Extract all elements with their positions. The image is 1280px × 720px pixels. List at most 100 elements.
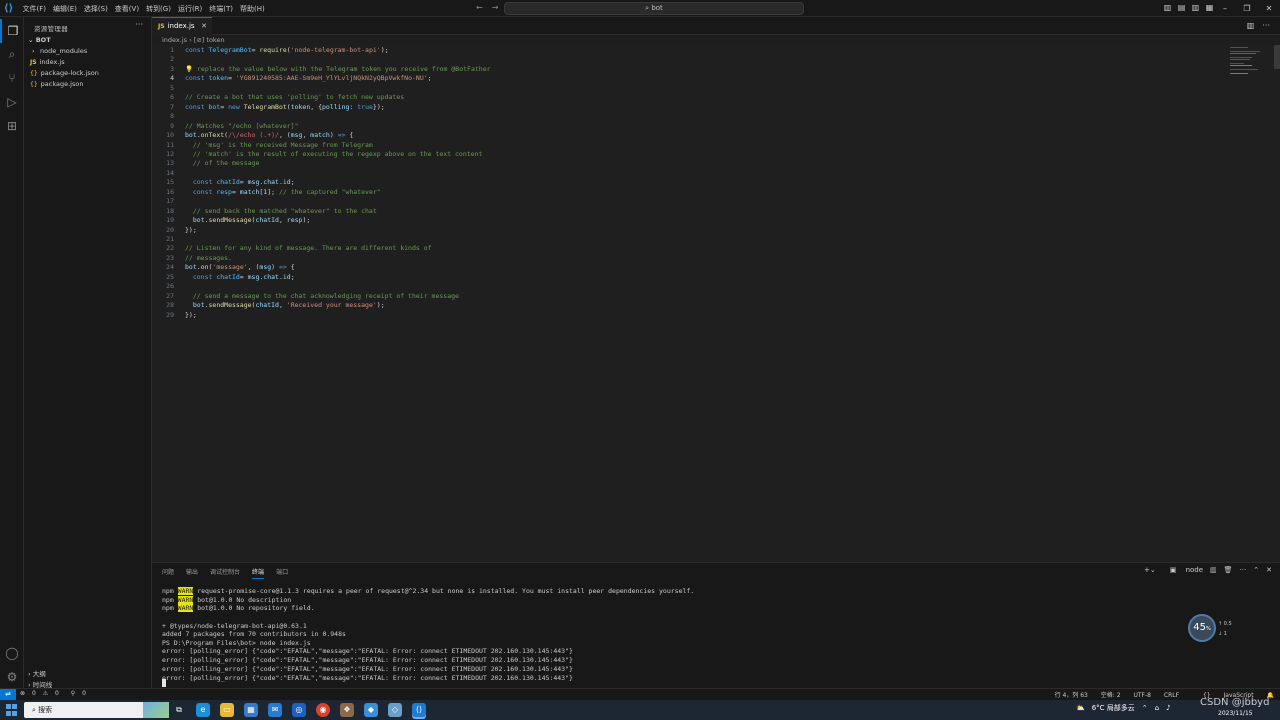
remote-indicator-icon[interactable]: ⇌ bbox=[0, 689, 16, 700]
volume-icon[interactable]: ♪ bbox=[1166, 704, 1170, 712]
run-debug-icon[interactable]: ▷ bbox=[0, 90, 24, 114]
menu-terminal[interactable]: 终端(T) bbox=[206, 4, 237, 14]
tab-debug-console[interactable]: 调试控制台 bbox=[210, 567, 240, 579]
tab-problems[interactable]: 问题 bbox=[162, 567, 174, 579]
menu-selection[interactable]: 选择(S) bbox=[80, 4, 111, 14]
new-terminal-icon[interactable]: +⌄ bbox=[1144, 566, 1156, 574]
code-line[interactable]: // Create a bot that uses 'polling' to f… bbox=[185, 93, 404, 101]
cursor-position[interactable]: 行 4，列 63 bbox=[1055, 692, 1088, 699]
tab-output[interactable]: 输出 bbox=[186, 567, 198, 579]
editor-scrollbar[interactable] bbox=[1274, 45, 1280, 69]
tree-item-package-json[interactable]: {} package.json bbox=[30, 79, 150, 90]
more-actions-icon[interactable]: ··· bbox=[1240, 566, 1247, 574]
menu-view[interactable]: 查看(V) bbox=[111, 4, 142, 14]
edge-browser-icon[interactable]: e bbox=[196, 703, 210, 717]
search-icon[interactable]: ⌕ bbox=[0, 42, 24, 66]
app-icon[interactable]: ◆ bbox=[364, 703, 378, 717]
minimize-icon[interactable]: – bbox=[1214, 4, 1236, 13]
workspace-folder[interactable]: ⌄ BOT bbox=[28, 36, 51, 44]
tree-item-node-modules[interactable]: › node_modules bbox=[32, 46, 152, 57]
ports-indicator[interactable]: ⚲ 0 bbox=[71, 690, 91, 697]
mail-icon[interactable]: ✉ bbox=[268, 703, 282, 717]
close-panel-icon[interactable]: ✕ bbox=[1266, 566, 1272, 574]
weather-icon[interactable]: ⛅ bbox=[1076, 704, 1085, 712]
code-line[interactable]: 💡 replace the value below with the Teleg… bbox=[185, 65, 491, 73]
outline-section[interactable]: › 大纲 bbox=[28, 668, 46, 678]
more-actions-icon[interactable]: ··· bbox=[135, 20, 143, 29]
code-line[interactable]: bot.sendMessage(chatId, 'Received your m… bbox=[185, 301, 385, 309]
task-view-icon[interactable]: ⧉ bbox=[172, 703, 186, 717]
problems-indicator[interactable]: ⊗ 0 ⚠ 0 bbox=[20, 690, 64, 697]
vscode-taskbar-icon[interactable]: ⟨⟩ bbox=[412, 703, 426, 717]
code-line[interactable]: }); bbox=[185, 311, 197, 319]
terminal-shell-label[interactable]: ▣ node bbox=[1163, 566, 1203, 574]
code-line[interactable]: // of the message bbox=[185, 159, 260, 167]
tree-item-index-js[interactable]: JS index.js bbox=[30, 57, 150, 68]
extensions-icon[interactable]: ⊞ bbox=[0, 114, 24, 138]
app-icon[interactable]: ◇ bbox=[388, 703, 402, 717]
toggle-secondary-sidebar-icon[interactable]: ▥ bbox=[1189, 3, 1202, 13]
network-speed-gauge[interactable]: 45% bbox=[1188, 614, 1216, 642]
code-line[interactable]: const resp= match[1]; // the captured "w… bbox=[185, 188, 381, 196]
file-explorer-icon[interactable]: ▭ bbox=[220, 703, 234, 717]
menu-file[interactable]: 文件(F) bbox=[19, 4, 50, 14]
code-line[interactable]: const chatId= msg.chat.id; bbox=[185, 273, 295, 281]
toggle-sidebar-icon[interactable]: ▥ bbox=[1161, 3, 1174, 13]
split-terminal-icon[interactable]: ▥ bbox=[1210, 566, 1217, 574]
network-icon[interactable]: ⌂ bbox=[1155, 704, 1159, 712]
close-window-icon[interactable]: ✕ bbox=[1258, 4, 1280, 13]
code-line[interactable]: bot.onText(/\/echo (.+)/, (msg, match) =… bbox=[185, 131, 353, 139]
code-line[interactable]: // 'match' is the result of executing th… bbox=[185, 150, 483, 158]
indentation[interactable]: 空格: 2 bbox=[1101, 692, 1121, 699]
split-editor-icon[interactable]: ▥ bbox=[1247, 21, 1255, 30]
menu-help[interactable]: 帮助(H) bbox=[237, 4, 269, 14]
breadcrumb-symbol[interactable]: token bbox=[206, 36, 224, 44]
end-of-line[interactable]: CRLF bbox=[1164, 692, 1179, 699]
code-line[interactable]: }); bbox=[185, 226, 197, 234]
store-icon[interactable]: ▦ bbox=[244, 703, 258, 717]
restore-icon[interactable]: ❐ bbox=[1236, 4, 1258, 13]
weather-text[interactable]: 6°C 局部多云 bbox=[1092, 703, 1135, 713]
windows-start-icon[interactable] bbox=[6, 704, 18, 716]
code-line[interactable]: const bot= new TelegramBot(token, {polli… bbox=[185, 103, 385, 111]
code-line[interactable]: // send back the matched "whatever" to t… bbox=[185, 207, 377, 215]
kill-terminal-icon[interactable]: 🗑 bbox=[1224, 566, 1233, 574]
menu-go[interactable]: 转到(G) bbox=[143, 4, 175, 14]
minimap[interactable] bbox=[1228, 45, 1268, 80]
explorer-icon[interactable]: ❐ bbox=[0, 19, 24, 43]
code-line[interactable]: // messages. bbox=[185, 254, 232, 262]
code-line[interactable]: // 'msg' is the received Message from Te… bbox=[185, 141, 373, 149]
breadcrumb-file[interactable]: index.js bbox=[162, 36, 187, 44]
code-line[interactable]: const chatId= msg.chat.id; bbox=[185, 178, 295, 186]
close-tab-icon[interactable]: ✕ bbox=[201, 18, 207, 35]
code-line[interactable]: // Listen for any kind of message. There… bbox=[185, 244, 432, 252]
chrome-icon[interactable]: ◉ bbox=[316, 703, 330, 717]
code-line[interactable]: const TelegramBot= require('node-telegra… bbox=[185, 46, 389, 54]
menu-run[interactable]: 运行(R) bbox=[174, 4, 205, 14]
command-center[interactable]: ⌕ bot bbox=[504, 2, 804, 15]
code-editor[interactable]: 1 const TelegramBot= require('node-telegr… bbox=[152, 45, 1280, 562]
account-icon[interactable]: ◯ bbox=[0, 641, 24, 665]
source-control-icon[interactable]: ⑂ bbox=[0, 66, 24, 90]
toggle-panel-icon[interactable]: ▤ bbox=[1175, 3, 1188, 13]
maximize-panel-icon[interactable]: ⌃ bbox=[1253, 566, 1259, 574]
code-line[interactable]: // send a message to the chat acknowledg… bbox=[185, 292, 459, 300]
tab-ports[interactable]: 端口 bbox=[276, 567, 288, 579]
tab-index-js[interactable]: JS index.js ✕ bbox=[152, 17, 212, 35]
encoding[interactable]: UTF-8 bbox=[1133, 692, 1151, 699]
app-icon[interactable]: ❖ bbox=[340, 703, 354, 717]
menu-edit[interactable]: 编辑(E) bbox=[50, 4, 81, 14]
code-line[interactable]: // Matches "/echo [whatever]" bbox=[185, 122, 299, 130]
tree-item-package-lock[interactable]: {} package-lock.json bbox=[30, 68, 150, 79]
back-arrow-icon[interactable]: ← bbox=[476, 3, 483, 12]
code-line[interactable]: bot.sendMessage(chatId, resp); bbox=[185, 216, 310, 224]
forward-arrow-icon[interactable]: → bbox=[492, 3, 499, 12]
code-line[interactable]: const token= 'YG891240585:AAE-Sm9eH_YlYL… bbox=[185, 74, 432, 82]
app-icon[interactable]: ◎ bbox=[292, 703, 306, 717]
code-line[interactable]: bot.on('message', (msg) => { bbox=[185, 263, 295, 271]
more-actions-icon[interactable]: ··· bbox=[1262, 21, 1270, 30]
tab-terminal[interactable]: 终端 bbox=[252, 567, 265, 579]
taskbar-search[interactable]: ⌕ 搜索 bbox=[24, 702, 169, 718]
settings-gear-icon[interactable]: ⚙ bbox=[0, 665, 24, 689]
chevron-up-icon[interactable]: ⌃ bbox=[1142, 704, 1148, 712]
